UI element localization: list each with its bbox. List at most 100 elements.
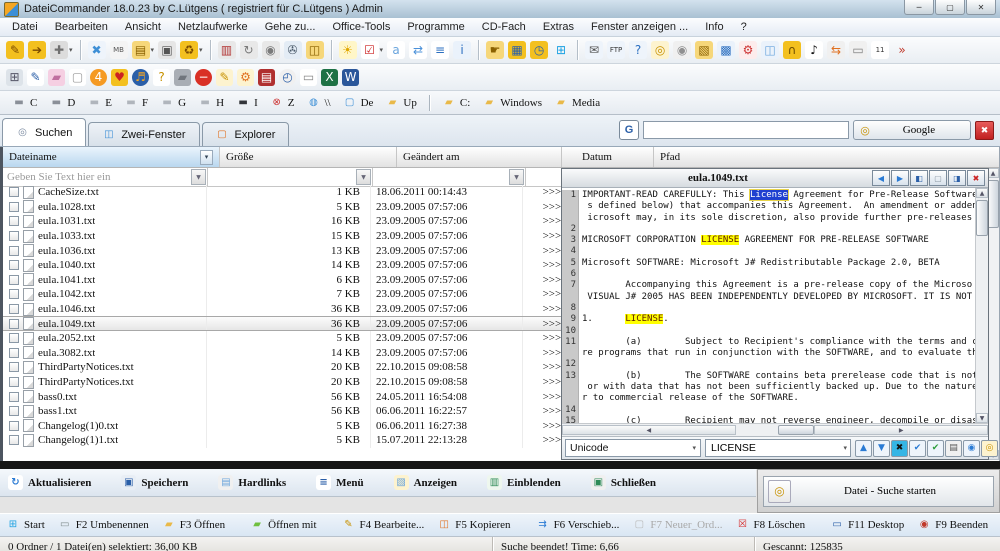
- row-checkbox[interactable]: [9, 275, 19, 285]
- ftp-button[interactable]: FTP: [607, 41, 625, 59]
- blank-page-button[interactable]: ▢: [69, 69, 86, 86]
- print-button[interactable]: ▣: [158, 41, 176, 59]
- folder-new-button[interactable]: ✚▾: [50, 41, 73, 59]
- row-checkbox[interactable]: [9, 216, 19, 226]
- match-case-button[interactable]: ✔: [909, 440, 926, 457]
- close-panel-button[interactable]: ▣Schließen: [591, 475, 656, 490]
- column-header-ge-ndert-am[interactable]: Geändert am: [397, 147, 562, 167]
- column-header-gr-e[interactable]: Größe: [220, 147, 397, 167]
- hardlinks-button[interactable]: ▤Hardlinks: [218, 475, 286, 490]
- menu-item-ansicht[interactable]: Ansicht: [117, 20, 169, 34]
- row-checkbox[interactable]: [9, 333, 19, 343]
- drive-h[interactable]: ▬H: [192, 95, 230, 110]
- google-g-button[interactable]: G: [619, 120, 639, 140]
- lens-button[interactable]: ◉: [262, 41, 280, 59]
- edit-pencil-button[interactable]: ✎: [216, 69, 233, 86]
- preview-back-button[interactable]: ◀: [872, 170, 890, 186]
- f4-edit-button[interactable]: ✎F4 Bearbeite...: [342, 518, 425, 532]
- scroll-down-icon[interactable]: ▼: [976, 413, 988, 423]
- row-checkbox[interactable]: [9, 421, 19, 431]
- f3-open-button[interactable]: ▰F3 Öffnen: [162, 518, 225, 532]
- f11-desktop-button[interactable]: ▭F11 Desktop: [830, 518, 904, 532]
- google-search-input[interactable]: [643, 121, 849, 139]
- drive-c[interactable]: ▰C:: [436, 95, 476, 110]
- layout-right-button[interactable]: ◨: [948, 170, 966, 186]
- clock-button[interactable]: ◴: [279, 69, 296, 86]
- row-checkbox[interactable]: [9, 304, 19, 314]
- f2-rename-button[interactable]: ▭F2 Umbenennen: [58, 518, 149, 532]
- column-header-datum[interactable]: Datum: [562, 147, 654, 167]
- menu-button[interactable]: ≡Menü: [316, 475, 364, 490]
- f5-copy-button[interactable]: ◫F5 Kopieren: [437, 518, 510, 532]
- drive-de[interactable]: ▢De: [337, 95, 380, 110]
- layout-left-button[interactable]: ◧: [910, 170, 928, 186]
- window-frame-button[interactable]: ▭: [849, 41, 867, 59]
- row-checkbox[interactable]: [9, 406, 19, 416]
- audio-player-button[interactable]: ♬: [132, 69, 149, 86]
- menu-item-datei[interactable]: Datei: [4, 20, 46, 34]
- network-tools-button[interactable]: ✇: [284, 41, 302, 59]
- menu-item-office-tools[interactable]: Office-Tools: [324, 20, 398, 34]
- row-checkbox[interactable]: [9, 435, 19, 445]
- folder-rename-button[interactable]: ✎: [6, 41, 24, 59]
- notes-edit-button[interactable]: ✎: [27, 69, 44, 86]
- burn-cd-button[interactable]: ◉: [673, 41, 691, 59]
- delete-selection-button[interactable]: ✖: [88, 41, 106, 59]
- red-book-button[interactable]: ▤: [258, 69, 275, 86]
- filter-funnel-icon[interactable]: ▼: [509, 169, 524, 185]
- calculator-button[interactable]: ⊞: [6, 69, 23, 86]
- blue-list-button[interactable]: ≡: [431, 41, 449, 59]
- preview-vscrollbar[interactable]: ▲ ▼: [975, 188, 988, 423]
- drive-c[interactable]: ▬C: [6, 95, 43, 110]
- lightbulb-button[interactable]: ☀: [339, 41, 357, 59]
- size-info-button[interactable]: MB: [110, 41, 128, 59]
- show-button[interactable]: ▧Anzeigen: [394, 475, 457, 490]
- menu-item-item[interactable]: ?: [733, 20, 755, 34]
- more-tools-button[interactable]: »: [893, 41, 911, 59]
- scroll-up-icon[interactable]: ▲: [976, 188, 988, 198]
- no-entry-button[interactable]: −: [195, 69, 212, 86]
- layout-single-button[interactable]: ▢: [929, 170, 947, 186]
- sort-caret-icon[interactable]: ▾: [200, 150, 213, 165]
- tile-windows-button[interactable]: ▦: [508, 41, 526, 59]
- lock-button[interactable]: ∩: [783, 41, 801, 59]
- f9-quit-button[interactable]: ◉F9 Beenden: [917, 518, 988, 532]
- word-button[interactable]: W: [342, 69, 359, 86]
- find-next-button[interactable]: ▼: [873, 440, 890, 457]
- drive-g[interactable]: ▬G: [154, 95, 192, 110]
- info-button[interactable]: i: [453, 41, 471, 59]
- viewer-settings-button[interactable]: ◉: [963, 440, 980, 457]
- drive-windows[interactable]: ▰Windows: [476, 95, 548, 110]
- program-grid-button[interactable]: ▩: [717, 41, 735, 59]
- clipboard-paste-button[interactable]: ▤▾: [132, 41, 155, 59]
- clear-search-button[interactable]: ✖: [891, 440, 908, 457]
- favorites-folder-button[interactable]: ♥: [111, 69, 128, 86]
- window-small-button[interactable]: ▭: [300, 69, 317, 86]
- shredder-button[interactable]: ▥: [218, 41, 236, 59]
- music-button[interactable]: ♪: [805, 41, 823, 59]
- close-search-bar-button[interactable]: ✖: [975, 121, 994, 140]
- hand-pointer-button[interactable]: ☛: [486, 41, 504, 59]
- tab-explorer[interactable]: ▢Explorer: [202, 122, 290, 146]
- refresh-button[interactable]: ↻Aktualisieren: [8, 475, 91, 490]
- filter-funnel-icon[interactable]: ▼: [191, 169, 206, 185]
- drive-d[interactable]: ▬D: [43, 95, 81, 110]
- row-checkbox[interactable]: [9, 377, 19, 387]
- zoom-button[interactable]: ◎: [981, 440, 998, 457]
- minimize-button[interactable]: ─: [904, 0, 934, 15]
- drive-i[interactable]: ▬I: [230, 95, 264, 110]
- scroll-right-icon[interactable]: ▶: [814, 425, 988, 435]
- clipboard-blue-button[interactable]: ◫: [761, 41, 779, 59]
- preview-hscrollbar[interactable]: ◀ ▶: [562, 423, 988, 436]
- column-header-pfad[interactable]: Pfad: [654, 147, 999, 167]
- filter-funnel-icon[interactable]: ▼: [356, 169, 371, 185]
- drive-up[interactable]: ▰Up: [379, 95, 422, 110]
- drive-f[interactable]: ▬F: [118, 95, 154, 110]
- menu-item-fenster-anzeigen[interactable]: Fenster anzeigen ...: [583, 20, 696, 34]
- open-with-button[interactable]: ▰Öffnen mit: [250, 518, 316, 532]
- encoding-select[interactable]: Unicode ▾: [565, 439, 701, 457]
- scroll-left-icon[interactable]: ◀: [562, 425, 736, 435]
- filter-input[interactable]: [3, 171, 191, 183]
- menu-item-info[interactable]: Info: [697, 20, 731, 34]
- scrollbar-thumb[interactable]: [976, 200, 988, 236]
